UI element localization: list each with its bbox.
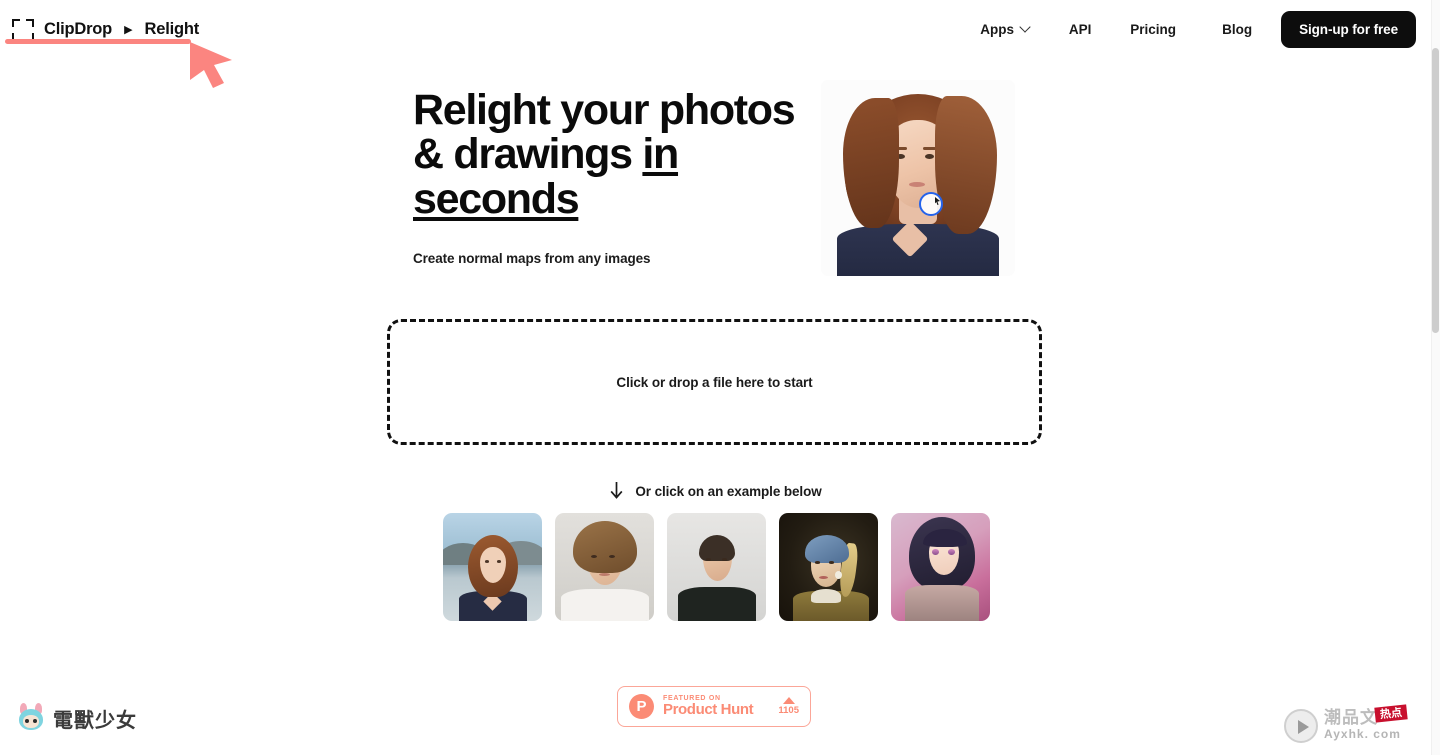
thumb2-hair xyxy=(572,521,637,573)
vertical-scrollbar[interactable] xyxy=(1431,0,1440,755)
product-hunt-upvote-count: 1105 xyxy=(778,705,799,716)
thumb5-eye-right xyxy=(947,549,955,555)
thumb5-eye-left xyxy=(931,549,939,555)
nav-slot-blog: Blog xyxy=(1193,14,1281,45)
examples-hint-text: Or click on an example below xyxy=(635,483,822,499)
product-hunt-text: FEATURED ON Product Hunt xyxy=(663,695,754,719)
play-button-icon xyxy=(1284,709,1318,743)
light-cursor-icon xyxy=(935,197,940,205)
mascot-eye-left xyxy=(25,719,29,723)
nav-item-pricing[interactable]: Pricing xyxy=(1130,14,1176,45)
nav-item-blog-label: Blog xyxy=(1222,22,1253,37)
upvote-triangle-icon xyxy=(782,697,795,704)
thumb3-body xyxy=(677,587,756,621)
hero-hair-front-left xyxy=(843,98,899,228)
hero-eye-right xyxy=(925,154,934,159)
thumb4-lips xyxy=(818,576,828,579)
brand-name[interactable]: ClipDrop xyxy=(44,20,112,39)
breadcrumb: ClipDrop ▶ Relight xyxy=(12,18,200,41)
thumb4-collar xyxy=(810,589,841,603)
example-woman-auburn-bob[interactable] xyxy=(442,513,542,621)
product-hunt-name: Product Hunt xyxy=(663,700,754,718)
hero-preview-image[interactable] xyxy=(821,80,1015,276)
nav-item-blog[interactable]: Blog xyxy=(1222,14,1252,45)
nav-item-apps-label: Apps xyxy=(980,22,1014,37)
product-hunt-badge[interactable]: P FEATURED ON Product Hunt 1105 xyxy=(617,686,811,727)
hero-lips xyxy=(909,182,925,187)
breadcrumb-current-page[interactable]: Relight xyxy=(145,20,200,39)
examples-row xyxy=(0,513,1432,621)
product-hunt-logo-icon: P xyxy=(629,694,654,719)
hero-subtitle: Create normal maps from any images xyxy=(413,251,651,266)
watermark-right-text: 潮品文 Ayxhk. com 热点 xyxy=(1324,704,1408,742)
thumb3-eye-right xyxy=(721,558,727,561)
thumb2-eye-right xyxy=(608,555,615,558)
mascot-avatar-icon xyxy=(16,703,46,733)
hero-section: Relight your photos & drawings in second… xyxy=(413,80,1033,288)
thumb2-lips xyxy=(598,573,610,576)
nav-item-pricing-label: Pricing xyxy=(1130,22,1176,37)
thumb4-eye-right xyxy=(828,561,834,564)
nav-item-api-label: API xyxy=(1068,22,1092,37)
example-curly-haired-man[interactable] xyxy=(554,513,654,621)
nav-slot-api: API xyxy=(1047,14,1113,45)
thumb4-turban xyxy=(804,535,849,563)
dropzone-label: Click or drop a file here to start xyxy=(616,374,813,390)
down-arrow-icon xyxy=(610,482,623,499)
signup-button[interactable]: Sign-up for free xyxy=(1281,11,1416,48)
thumb4-pearl-earring xyxy=(834,571,842,579)
chevron-down-icon xyxy=(1021,23,1030,32)
cursor-arrow-icon xyxy=(190,42,232,88)
annotation-underline xyxy=(5,39,191,44)
file-dropzone[interactable]: Click or drop a file here to start xyxy=(387,319,1042,445)
thumb5-bangs xyxy=(922,529,967,547)
breadcrumb-separator-icon: ▶ xyxy=(124,24,133,36)
thumb2-shirt xyxy=(560,589,649,621)
nav-item-apps[interactable]: Apps xyxy=(980,14,1030,45)
main-navigation: Apps API Pricing Blog Sign-up for free xyxy=(963,11,1416,48)
thumb1-eye-left xyxy=(484,560,489,563)
watermark-right-url: Ayxhk. com xyxy=(1324,727,1401,742)
example-girl-with-pearl-earring[interactable] xyxy=(778,513,878,621)
scrollbar-thumb[interactable] xyxy=(1432,48,1439,333)
thumb1-eye-right xyxy=(496,560,501,563)
watermark-left: 電獸少女 xyxy=(16,703,137,733)
page-title: Relight your photos & drawings in second… xyxy=(413,88,813,221)
clipdrop-frame-icon[interactable] xyxy=(12,18,34,41)
nav-item-api[interactable]: API xyxy=(1069,14,1092,45)
watermark-right: 潮品文 Ayxhk. com 热点 xyxy=(1284,702,1432,750)
thumb3-eye-left xyxy=(705,558,711,561)
thumb3-hair xyxy=(698,535,735,561)
thumb5-scarf xyxy=(904,585,979,621)
thumb1-face xyxy=(479,547,506,583)
headline-text: Relight your photos & drawings xyxy=(413,86,796,179)
nav-slot-pricing: Pricing xyxy=(1113,14,1193,45)
thumb4-eye-left xyxy=(814,561,820,564)
product-hunt-upvote[interactable]: 1105 xyxy=(778,697,799,716)
thumb2-eye-left xyxy=(590,555,597,558)
example-young-man-black-shirt[interactable] xyxy=(666,513,766,621)
watermark-right-stamp: 热点 xyxy=(1374,704,1408,723)
mascot-eye-right xyxy=(33,719,37,723)
watermark-left-text: 電獸少女 xyxy=(53,707,137,732)
example-anime-girl[interactable] xyxy=(890,513,990,621)
nav-slot-apps: Apps xyxy=(963,14,1047,45)
examples-hint: Or click on an example below xyxy=(0,482,1432,500)
